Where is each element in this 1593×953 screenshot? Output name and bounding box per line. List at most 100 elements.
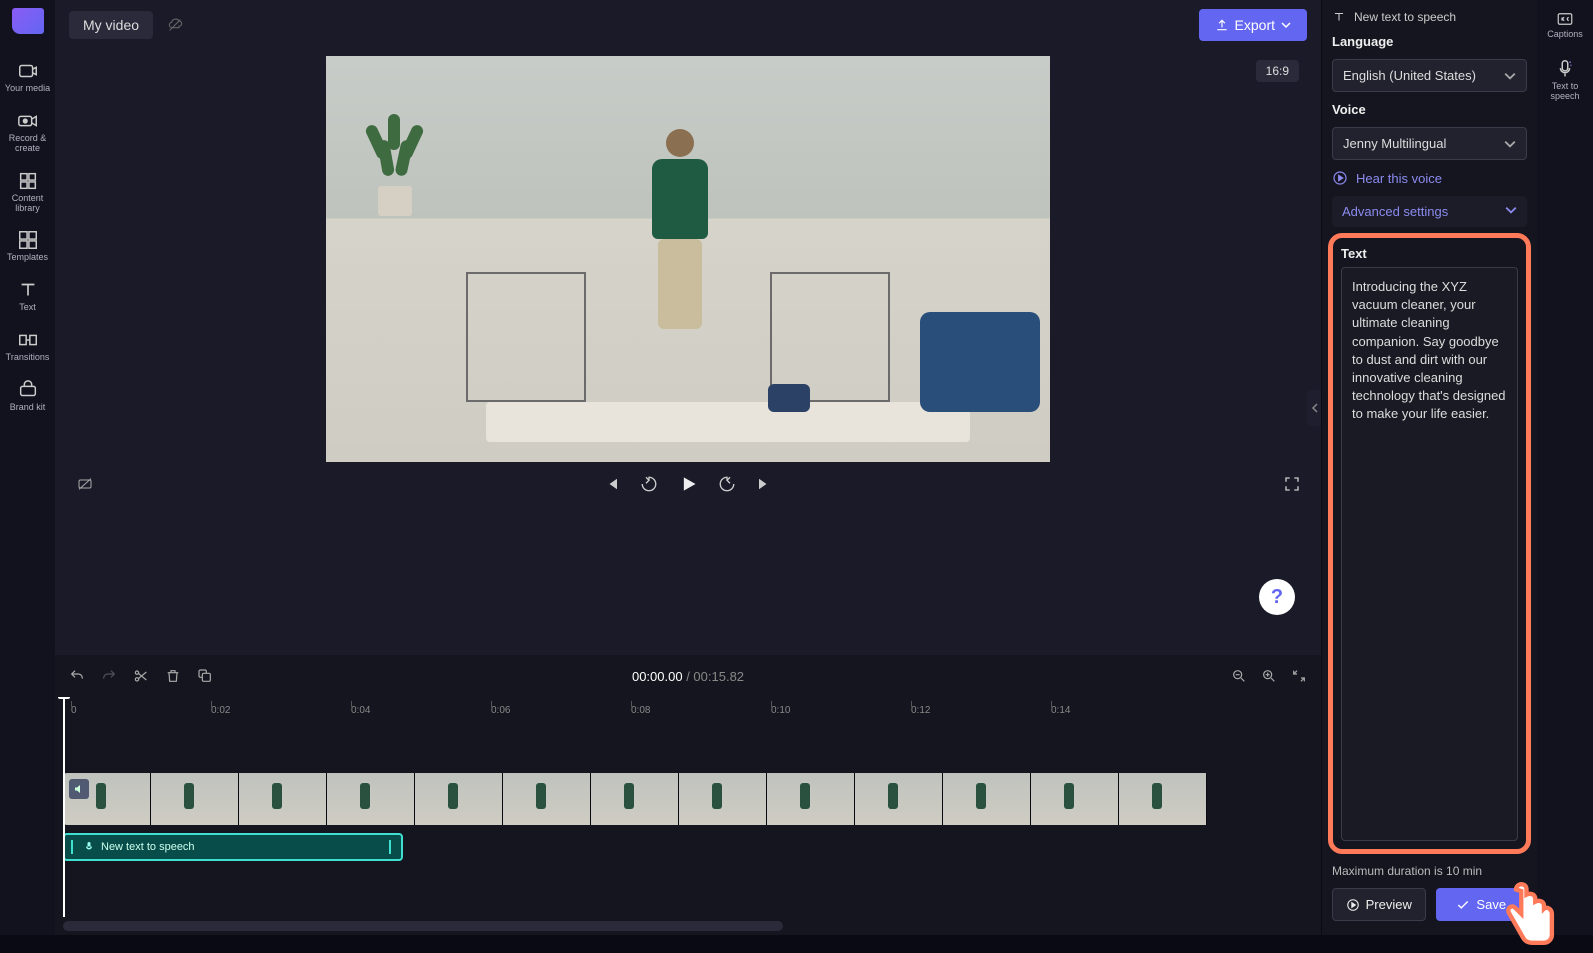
app-logo (12, 8, 44, 34)
nav-content-library[interactable]: Content library (0, 162, 55, 222)
clip-grip-left[interactable] (71, 840, 77, 854)
timeline: 00:00.00 / 00:15.82 0 0:02 0:04 0:06 0:0… (55, 655, 1321, 935)
chevron-down-icon (1505, 204, 1517, 216)
preview-area: 16:9 ? (55, 50, 1321, 655)
redo-button[interactable] (101, 668, 117, 684)
clip-grip-right[interactable] (389, 840, 395, 854)
preview-button[interactable]: Preview (1332, 888, 1426, 921)
tts-icon (1554, 58, 1576, 80)
video-preview[interactable] (326, 56, 1050, 462)
rail-text-to-speech[interactable]: Text to speech (1537, 58, 1593, 102)
hear-voice-button[interactable]: Hear this voice (1332, 170, 1527, 186)
preview-label: Preview (1366, 897, 1412, 912)
main-area: My video Export 16:9 (55, 0, 1321, 935)
delete-button[interactable] (165, 668, 181, 684)
ruler-tick: 0:10 (771, 705, 790, 716)
ruler-tick: 0:14 (1051, 705, 1070, 716)
time-total: / 00:15.82 (686, 669, 744, 684)
nav-label: Text (19, 303, 36, 313)
library-icon (17, 170, 39, 192)
voice-select[interactable]: Jenny Multilingual (1332, 127, 1527, 160)
templates-icon (17, 229, 39, 251)
media-icon (17, 60, 39, 82)
text-icon (1332, 10, 1346, 24)
text-icon (17, 279, 39, 301)
tts-panel: New text to speech Language English (Uni… (1321, 0, 1537, 935)
fit-timeline-button[interactable] (1291, 668, 1307, 684)
undo-button[interactable] (69, 668, 85, 684)
tts-clip[interactable]: New text to speech (63, 833, 403, 861)
time-current: 00:00.00 (632, 669, 683, 684)
ruler-tick: 0:04 (351, 705, 370, 716)
nav-templates[interactable]: Templates (0, 221, 55, 271)
panel-title: New text to speech (1354, 10, 1456, 24)
rail-label: Captions (1547, 30, 1583, 40)
time-ruler[interactable]: 0 0:02 0:04 0:06 0:08 0:10 0:12 0:14 (71, 705, 1313, 729)
save-label: Save (1476, 897, 1506, 912)
chevron-down-icon (1504, 138, 1516, 150)
nav-label: Templates (7, 253, 48, 263)
nav-record-create[interactable]: Record & create (0, 102, 55, 162)
mic-icon (83, 841, 95, 853)
split-button[interactable] (133, 668, 149, 684)
panel-buttons: Preview Save (1332, 888, 1527, 921)
nav-transitions[interactable]: Transitions (0, 321, 55, 371)
timeline-scrollbar[interactable] (63, 921, 783, 931)
duplicate-button[interactable] (197, 668, 213, 684)
transitions-icon (17, 329, 39, 351)
advanced-settings-toggle[interactable]: Advanced settings (1332, 196, 1527, 227)
zoom-in-button[interactable] (1261, 668, 1277, 684)
nav-your-media[interactable]: Your media (0, 52, 55, 102)
rewind-button[interactable] (640, 475, 658, 493)
rail-label: Text to speech (1537, 82, 1593, 102)
language-label: Language (1332, 34, 1527, 49)
skip-forward-button[interactable] (756, 475, 774, 493)
zoom-out-button[interactable] (1231, 668, 1247, 684)
right-rail: Captions Text to speech (1537, 0, 1593, 935)
forward-button[interactable] (718, 475, 736, 493)
nav-label: Record & create (2, 134, 53, 154)
skip-back-button[interactable] (602, 475, 620, 493)
project-title[interactable]: My video (69, 11, 153, 39)
export-button[interactable]: Export (1199, 9, 1307, 41)
panel-header: New text to speech (1332, 10, 1527, 24)
ruler-tick: 0:08 (631, 705, 650, 716)
video-track[interactable] (63, 773, 1313, 825)
record-icon (17, 110, 39, 132)
voice-value: Jenny Multilingual (1343, 136, 1446, 151)
nav-label: Brand kit (10, 403, 46, 413)
play-circle-icon (1346, 898, 1360, 912)
help-button[interactable]: ? (1259, 579, 1295, 615)
fullscreen-button[interactable] (1283, 475, 1301, 493)
cloud-sync-icon[interactable] (165, 17, 185, 33)
chevron-down-icon (1281, 20, 1291, 30)
timeline-toolbar: 00:00.00 / 00:15.82 (55, 655, 1321, 697)
save-button[interactable]: Save (1436, 888, 1528, 921)
play-button[interactable] (678, 474, 698, 494)
keyboard-off-icon[interactable] (75, 476, 95, 492)
tracks-area[interactable]: 0 0:02 0:04 0:06 0:08 0:10 0:12 0:14 N (55, 697, 1321, 935)
text-section-highlight: Text (1328, 233, 1531, 854)
nav-text[interactable]: Text (0, 271, 55, 321)
captions-icon (1554, 10, 1576, 28)
hear-voice-label: Hear this voice (1356, 171, 1442, 186)
advanced-label: Advanced settings (1342, 204, 1448, 219)
audio-icon (69, 779, 89, 799)
left-sidebar: Your media Record & create Content libra… (0, 0, 55, 935)
ruler-tick: 0:02 (211, 705, 230, 716)
text-label: Text (1341, 246, 1518, 261)
brand-kit-icon (17, 379, 39, 401)
language-select[interactable]: English (United States) (1332, 59, 1527, 92)
ruler-tick: 0 (71, 705, 77, 716)
nav-label: Your media (5, 84, 50, 94)
check-icon (1456, 898, 1470, 912)
aspect-ratio-chip[interactable]: 16:9 (1256, 60, 1299, 82)
nav-label: Transitions (6, 353, 50, 363)
tts-text-input[interactable] (1341, 267, 1518, 841)
nav-brand-kit[interactable]: Brand kit (0, 371, 55, 421)
ruler-tick: 0:06 (491, 705, 510, 716)
language-value: English (United States) (1343, 68, 1476, 83)
player-controls (55, 462, 1321, 506)
playhead[interactable] (63, 697, 65, 917)
rail-captions[interactable]: Captions (1547, 10, 1583, 40)
